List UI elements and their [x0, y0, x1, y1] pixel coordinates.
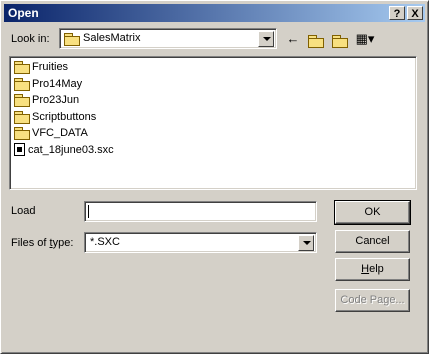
file-type-dropdown-button[interactable] [298, 235, 314, 251]
load-label: Load [11, 205, 36, 217]
folder-icon [14, 61, 30, 75]
file-type-value: *.SXC [90, 236, 120, 248]
document-icon [14, 143, 25, 157]
folder-icon [14, 110, 30, 124]
back-arrow-icon[interactable]: ← [283, 30, 303, 48]
list-item-label: Fruities [32, 61, 69, 73]
close-button[interactable]: X [407, 6, 423, 20]
look-in-value: SalesMatrix [83, 32, 141, 44]
list-item-label: Pro14May [32, 77, 83, 90]
title-bar: Open ? X [4, 4, 425, 22]
list-item-label: cat_18june03.sxc [28, 143, 114, 156]
dialog-title: Open [8, 6, 39, 20]
folder-icon [64, 33, 80, 46]
folder-icon [14, 127, 30, 141]
look-in-label: Look in: [11, 33, 50, 45]
code-page-button[interactable]: Code Page... [335, 289, 410, 312]
file-type-label: Files of type: [11, 237, 74, 249]
up-folder-icon[interactable] [305, 30, 325, 48]
file-list[interactable]: Fruities Pro14May Pro23Jun Scriptbuttons VFC… [9, 56, 417, 190]
folder-icon [14, 94, 30, 108]
list-item[interactable]: Fruities [14, 59, 68, 75]
filename-input[interactable] [84, 201, 317, 222]
list-item[interactable]: cat_18june03.sxc [14, 142, 114, 158]
help-button[interactable]: Help [335, 258, 410, 281]
open-dialog: Open ? X Look in: SalesMatrix ← ▦▾ Fruit… [0, 0, 429, 354]
list-item[interactable]: Scriptbuttons [14, 109, 96, 125]
help-title-button[interactable]: ? [389, 6, 405, 20]
list-item-label: Pro23Jun [32, 94, 80, 106]
folder-icon [14, 77, 30, 91]
new-folder-icon[interactable] [329, 30, 349, 48]
list-item-label: Scriptbuttons [32, 110, 97, 123]
look-in-combobox[interactable]: SalesMatrix [59, 28, 277, 49]
cancel-button[interactable]: Cancel [335, 230, 410, 253]
list-item[interactable]: Pro23Jun [14, 92, 79, 108]
list-item[interactable]: Pro14May [14, 76, 82, 92]
view-menu-icon[interactable]: ▦▾ [353, 30, 377, 48]
text-cursor [88, 205, 89, 218]
list-item-label: VFC_DATA [32, 127, 88, 139]
list-item[interactable]: VFC_DATA [14, 125, 88, 141]
look-in-dropdown-button[interactable] [258, 31, 274, 47]
file-type-combobox[interactable]: *.SXC [84, 232, 317, 253]
ok-button[interactable]: OK [334, 200, 411, 225]
